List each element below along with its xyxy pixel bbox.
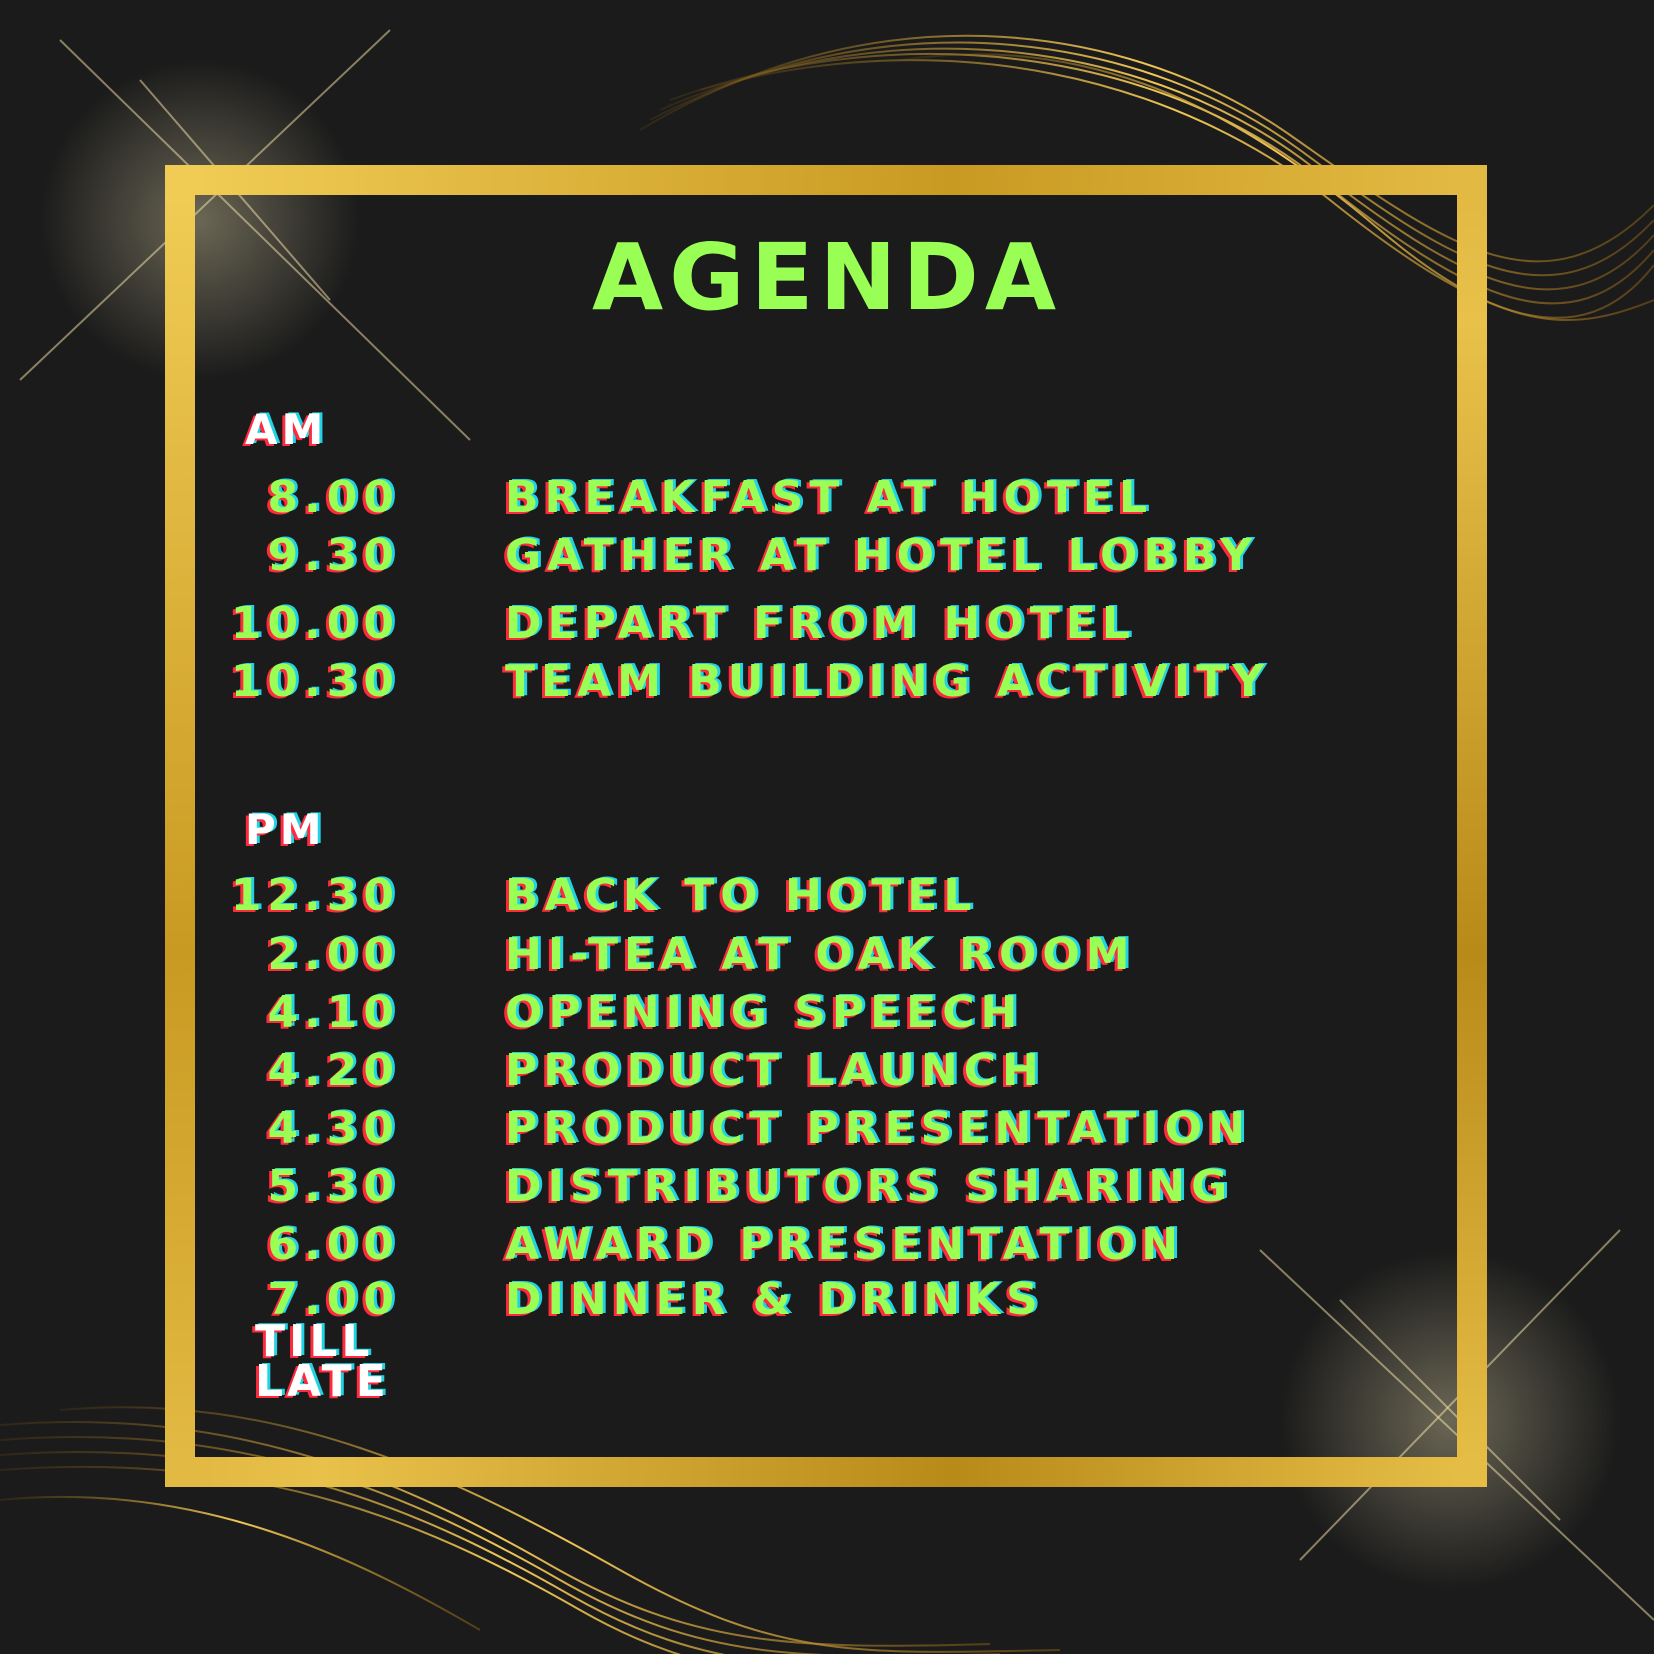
agenda-event: BACK TO HOTEL bbox=[505, 870, 978, 921]
agenda-time: 12.30 bbox=[230, 870, 400, 921]
agenda-event: GATHER AT HOTEL LOBBY bbox=[505, 530, 1258, 581]
agenda-time: 6.00 bbox=[267, 1219, 400, 1270]
agenda-time: 10.00 bbox=[230, 598, 400, 649]
agenda-time: 4.20 bbox=[267, 1045, 400, 1096]
agenda-time: 9.30 bbox=[267, 530, 400, 581]
agenda-event: PRODUCT PRESENTATION bbox=[505, 1103, 1252, 1154]
agenda-time: 8.00 bbox=[267, 472, 400, 523]
agenda-event: TEAM BUILDING ACTIVITY bbox=[505, 656, 1271, 707]
till-late-label: TILL LATE bbox=[255, 1320, 390, 1407]
agenda-time: 2.00 bbox=[267, 929, 400, 980]
agenda-event: AWARD PRESENTATION bbox=[505, 1219, 1185, 1270]
late-text: LATE bbox=[255, 1356, 390, 1407]
agenda-event: BREAKFAST AT HOTEL bbox=[505, 472, 1154, 523]
agenda-event: DINNER & DRINKS bbox=[505, 1274, 1044, 1325]
pm-label: PM bbox=[245, 805, 326, 854]
agenda-event: DEPART FROM HOTEL bbox=[505, 598, 1136, 649]
am-label: AM bbox=[245, 405, 328, 454]
agenda-event: DISTRIBUTORS SHARING bbox=[505, 1161, 1234, 1212]
agenda-time: 4.10 bbox=[267, 987, 400, 1038]
agenda-time: 4.30 bbox=[267, 1103, 400, 1154]
agenda-event: HI-TEA AT OAK ROOM bbox=[505, 929, 1136, 980]
agenda-time: 10.30 bbox=[230, 656, 400, 707]
agenda-time: 5.30 bbox=[267, 1161, 400, 1212]
page-title: AGENDA bbox=[591, 224, 1063, 331]
agenda-event: OPENING SPEECH bbox=[505, 987, 1024, 1038]
agenda-event: PRODUCT LAUNCH bbox=[505, 1045, 1045, 1096]
